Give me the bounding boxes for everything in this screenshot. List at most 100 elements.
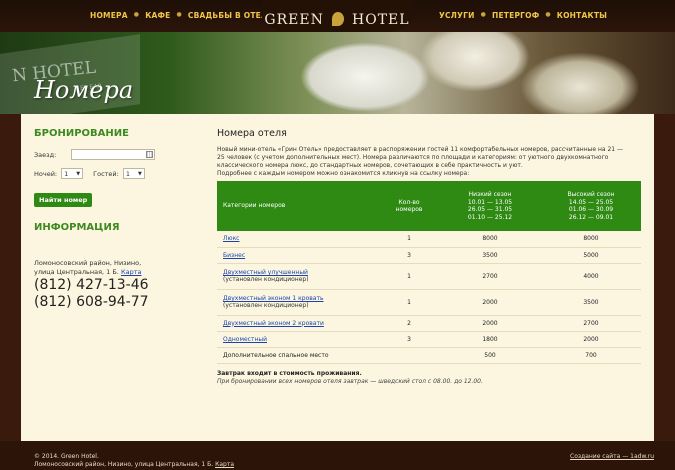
site-credit-link[interactable]: Создание сайта — 1adw.ru — [570, 453, 654, 460]
room-link-business[interactable]: Бизнес — [223, 252, 245, 259]
header-low-dates: 26.05 — 31.05 — [467, 206, 513, 213]
high-season-price: 5000 — [541, 247, 641, 264]
breakfast-note-bold: Завтрак входит в стоимость проживания. — [217, 369, 362, 377]
nights-guests-row: Ночей: 1 ▼ Гостей: 1 ▼ — [34, 168, 204, 179]
nights-label: Ночей: — [34, 169, 58, 178]
footer-address: Ломоносовский район, Низино, улица Центр… — [34, 461, 214, 468]
low-season-price: 1800 — [439, 331, 541, 348]
address: Ломоносовский район, Низино, улица Центр… — [34, 259, 204, 277]
booking-title: БРОНИРОВАНИЕ — [34, 128, 129, 139]
nav-separator-dot: ● — [545, 11, 551, 18]
guests-label: Гостей: — [93, 169, 119, 178]
sidebar: БРОНИРОВАНИЕ Заезд: Ночей: 1 ▼ Гостей: 1… — [34, 128, 204, 311]
header-low-dates: 01.10 — 25.12 — [467, 213, 513, 221]
rooms-price-table: Категории номеров Кол-во номеров Низкий … — [217, 181, 641, 364]
room-link-single[interactable]: Одноместный — [223, 336, 267, 343]
intro-text: Новый мини-отель «Грин Отель» предоставл… — [217, 146, 641, 178]
nav-item-peterhof[interactable]: ПЕТЕРГОФ — [492, 11, 539, 20]
checkin-label: Заезд: — [34, 150, 57, 159]
main-content: Номера отеля Новый мини-отель «Грин Отел… — [217, 128, 641, 386]
footer-map-link[interactable]: Карта — [215, 461, 234, 468]
hero-banner: N HOTEL Е · БАР Номера — [0, 32, 675, 114]
nav-item-rooms[interactable]: НОМЕРА — [90, 11, 128, 20]
high-season-price: 8000 — [541, 231, 641, 248]
footer: © 2014. Green Hotel. Ломоносовский район… — [0, 441, 675, 470]
room-count-cell: 2 — [379, 315, 439, 332]
low-season-price: 8000 — [439, 231, 541, 248]
high-season-price: 700 — [541, 347, 641, 364]
nights-value: 1 — [64, 169, 69, 178]
room-link-double-economy-2beds[interactable]: Двухместный эконом 2 кровати — [223, 320, 324, 327]
header-low-title: Низкий сезон — [468, 191, 512, 198]
table-row: Одноместный 3 1800 2000 — [217, 331, 641, 348]
room-link-double-economy-1bed[interactable]: Двухместный эконом 1 кровать — [223, 295, 379, 302]
phone-number-2[interactable]: (812) 608-94-77 — [34, 294, 204, 311]
high-season-price: 2000 — [541, 331, 641, 348]
top-navigation-bar: НОМЕРА ● КАФЕ ● СВАДЬБЫ В ОТЕЛЕ GREEN HO… — [0, 0, 675, 36]
content-panel: БРОНИРОВАНИЕ Заезд: Ночей: 1 ▼ Гостей: 1… — [21, 114, 654, 441]
chevron-down-icon: ▼ — [76, 170, 81, 177]
nav-separator-dot: ● — [176, 11, 182, 18]
room-category-cell: Бизнес — [217, 247, 379, 264]
room-note: (установлен кондиционер) — [223, 302, 309, 309]
room-count-cell: 1 — [379, 263, 439, 290]
low-season-price: 3500 — [439, 247, 541, 264]
leaf-icon — [331, 12, 344, 26]
main-nav-right: УСЛУГИ ● ПЕТЕРГОФ ● КОНТАКТЫ — [439, 11, 607, 20]
table-row: Двухместный улучшенный (установлен конди… — [217, 263, 641, 290]
chevron-down-icon: ▼ — [137, 170, 142, 177]
header-high-dates: 26.12 — 09.01 — [568, 213, 614, 221]
guests-select[interactable]: 1 ▼ — [122, 168, 145, 179]
low-season-price: 2000 — [439, 315, 541, 332]
address-street: улица Центральная, 1 Б. — [34, 268, 119, 276]
table-row: Двухместный эконом 2 кровати 2 2000 2700 — [217, 315, 641, 332]
room-link-double-improved[interactable]: Двухместный улучшенный — [223, 269, 379, 276]
intro-line: 25 человек (с учетом дополнительных мест… — [217, 154, 609, 161]
table-row: Бизнес 3 3500 5000 — [217, 247, 641, 264]
map-link[interactable]: Карта — [121, 268, 142, 276]
room-category-cell: Одноместный — [217, 331, 379, 348]
room-link-lux[interactable]: Люкс — [223, 235, 240, 242]
header-high-dates: 01.06 — 30.09 — [568, 206, 614, 213]
nights-select[interactable]: 1 ▼ — [61, 168, 84, 179]
low-season-price: 2000 — [439, 289, 541, 316]
main-nav-left: НОМЕРА ● КАФЕ ● СВАДЬБЫ В ОТЕЛЕ — [90, 11, 273, 20]
info-title: ИНФОРМАЦИЯ — [34, 222, 120, 233]
hotel-logo[interactable]: GREEN HOTEL — [262, 0, 412, 36]
page-title: Номера — [34, 76, 134, 104]
header-count-line: номеров — [395, 206, 423, 213]
high-season-price: 4000 — [541, 263, 641, 290]
breakfast-note-italic: При бронировании всех номеров отеля завт… — [217, 377, 483, 385]
footer-info: © 2014. Green Hotel. Ломоносовский район… — [34, 453, 234, 469]
checkin-date-input[interactable] — [71, 149, 156, 160]
room-category-cell: Двухместный улучшенный (установлен конди… — [217, 263, 379, 290]
table-row: Дополнительное спальное место 500 700 — [217, 347, 641, 364]
flower-image — [300, 42, 430, 112]
room-note: (установлен кондиционер) — [223, 276, 309, 283]
flower-image — [420, 32, 530, 92]
room-count-cell: 3 — [379, 247, 439, 264]
nav-item-weddings[interactable]: СВАДЬБЫ В ОТЕЛЕ — [188, 11, 273, 20]
table-header-row: Категории номеров Кол-во номеров Низкий … — [217, 181, 641, 231]
phone-number-1[interactable]: (812) 427-13-46 — [34, 277, 204, 294]
address-line-1: Ломоносовский район, Низино, — [34, 259, 142, 267]
room-count-cell: 1 — [379, 289, 439, 316]
calendar-icon[interactable] — [146, 151, 154, 158]
header-high-dates: 14.05 — 25.05 — [568, 198, 614, 206]
room-count-cell — [379, 347, 439, 364]
header-high-season: Высокий сезон 14.05 — 25.05 01.06 — 30.0… — [541, 181, 641, 231]
room-category-cell: Двухместный эконом 1 кровать (установлен… — [217, 289, 379, 316]
footer-address-line: Ломоносовский район, Низино, улица Центр… — [34, 461, 234, 469]
breakfast-note: Завтрак входит в стоимость проживания. П… — [217, 370, 641, 386]
table-row: Люкс 1 8000 8000 — [217, 231, 641, 248]
nav-item-contacts[interactable]: КОНТАКТЫ — [557, 11, 607, 20]
header-count: Кол-во номеров — [379, 181, 439, 231]
find-room-button[interactable]: Найти номер — [34, 193, 93, 207]
intro-line: Новый мини-отель «Грин Отель» предоставл… — [217, 146, 624, 153]
room-category-cell: Двухместный эконом 2 кровати — [217, 315, 379, 332]
footer-copyright: © 2014. Green Hotel. — [34, 453, 99, 460]
nav-item-cafe[interactable]: КАФЕ — [145, 11, 170, 20]
room-count-cell: 3 — [379, 331, 439, 348]
nav-item-services[interactable]: УСЛУГИ — [439, 11, 475, 20]
logo-text-green: GREEN — [264, 12, 324, 28]
